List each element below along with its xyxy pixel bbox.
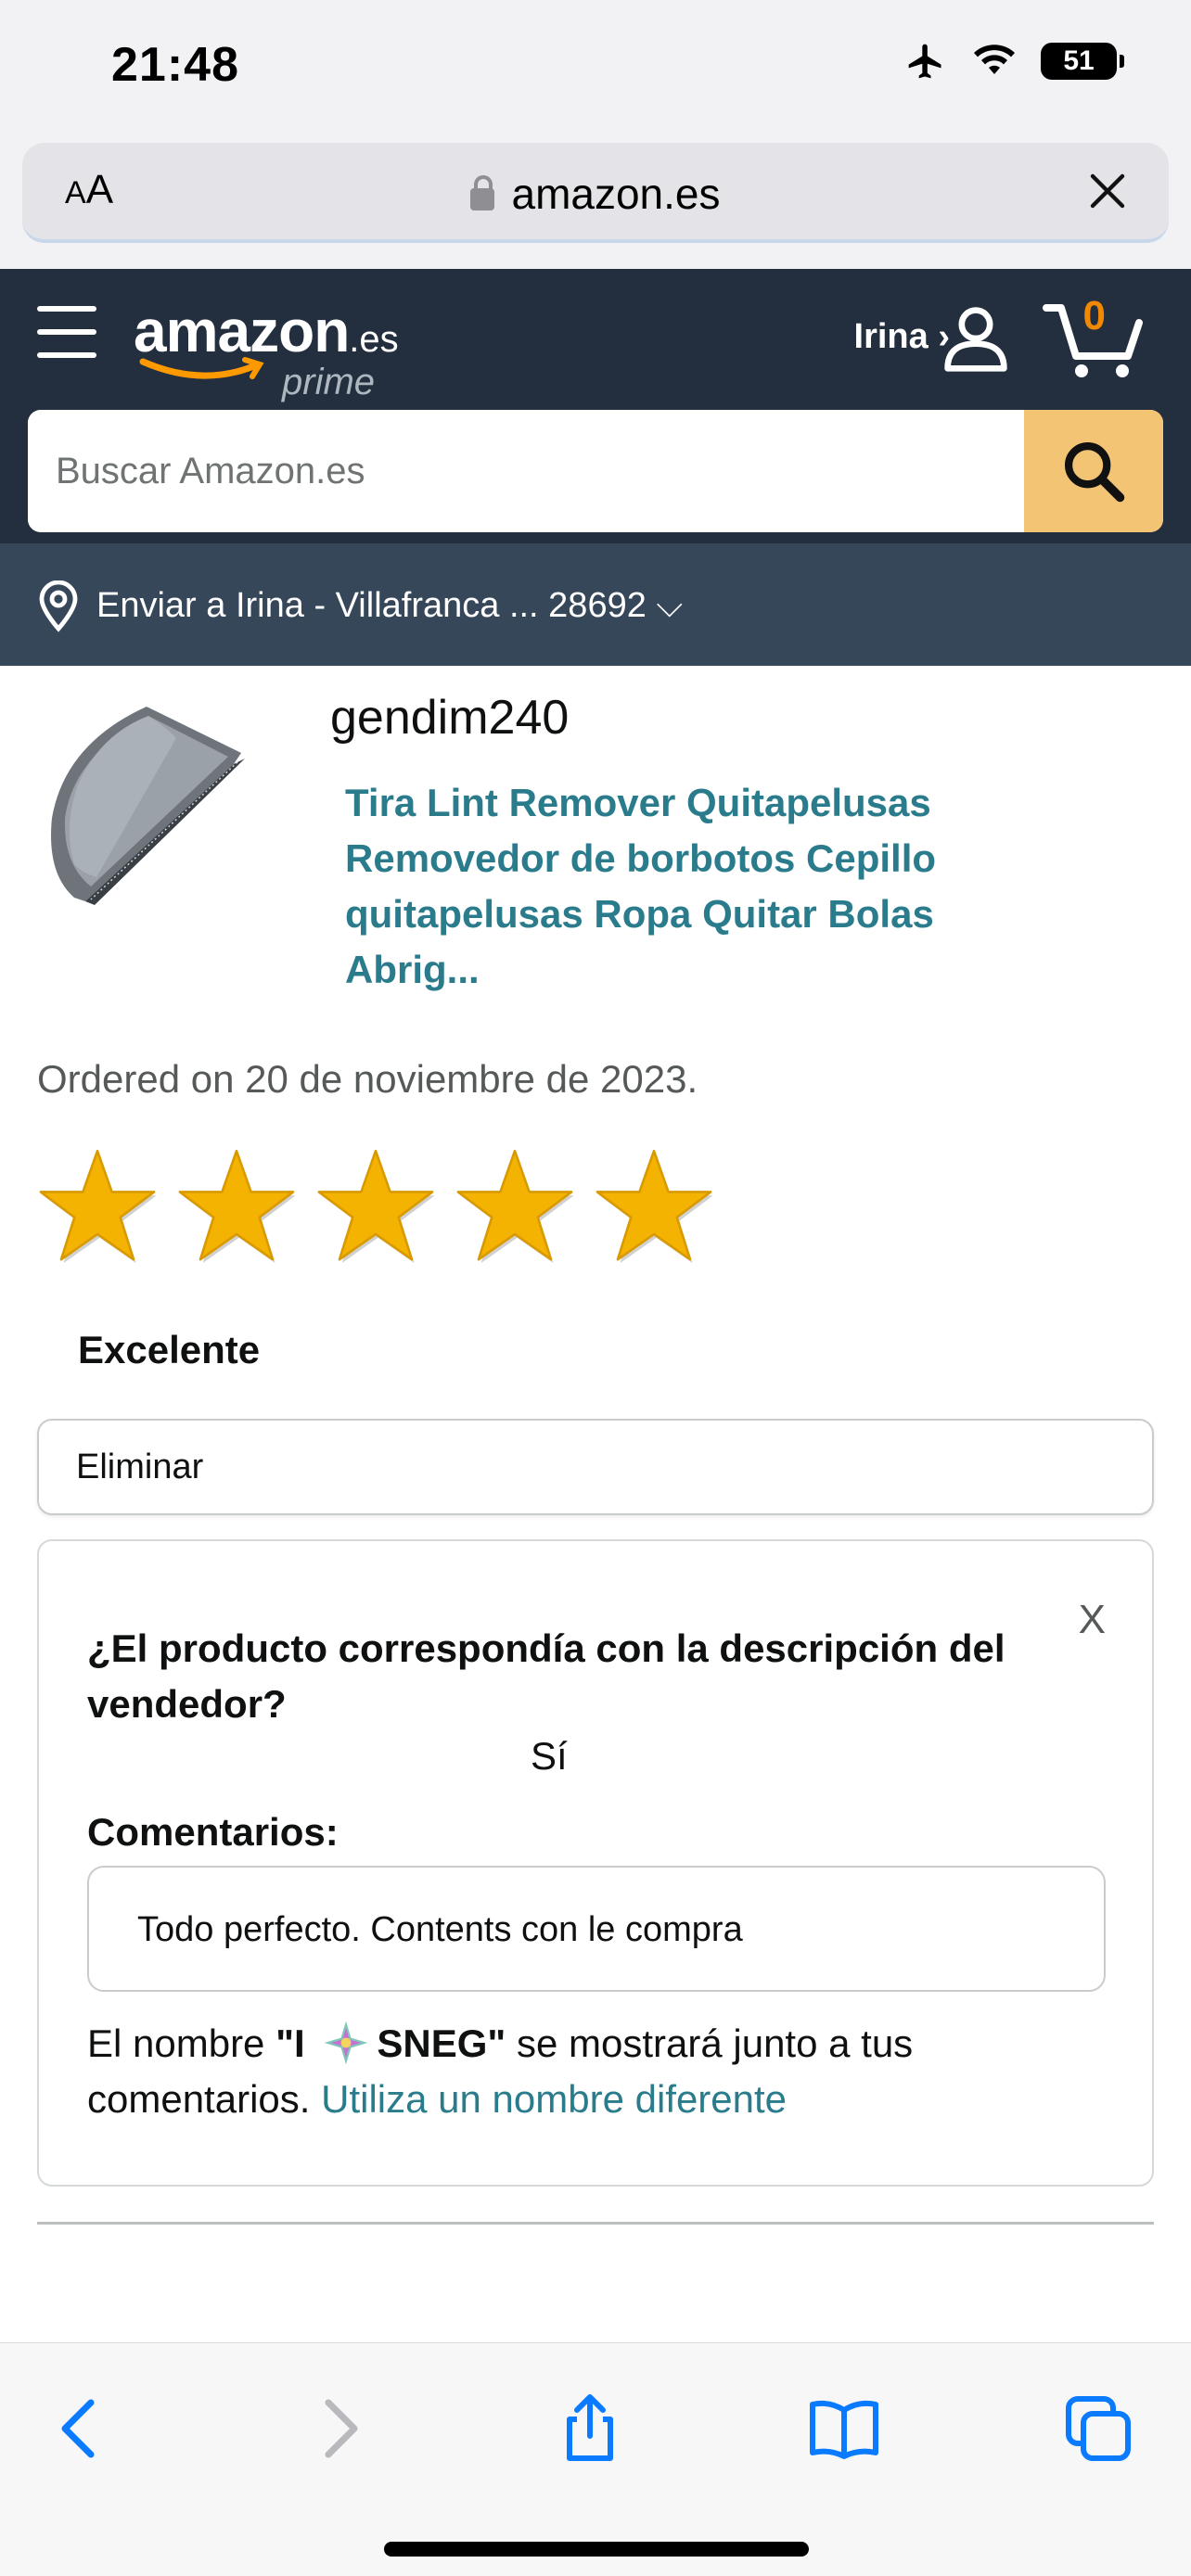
home-indicator xyxy=(384,2542,809,2557)
status-icons: 51 xyxy=(903,41,1124,82)
cart-count-badge: 0 xyxy=(1082,293,1106,338)
change-name-link[interactable]: Utiliza un nombre diferente xyxy=(321,2077,787,2121)
star-icon[interactable] xyxy=(37,1146,158,1267)
amazon-logo[interactable]: amazon.es prime xyxy=(134,297,399,402)
search-icon xyxy=(1064,441,1125,503)
product-title-link[interactable]: Tira Lint Remover Quitapelusas Removedor… xyxy=(345,775,1069,998)
order-date: Ordered on 20 de noviembre de 2023. xyxy=(37,1057,698,1101)
close-icon[interactable] xyxy=(1085,169,1130,213)
wifi-icon xyxy=(974,45,1015,74)
url-field[interactable]: AA amazon.es xyxy=(22,143,1169,243)
feedback-question: ¿El producto correspondía con la descrip… xyxy=(87,1626,1005,1726)
star-rating[interactable] xyxy=(37,1146,714,1267)
amazon-header: amazon.es prime Irina › 0 xyxy=(0,269,1191,543)
url-display[interactable]: amazon.es xyxy=(22,169,1169,219)
feedback-answer: Sí xyxy=(531,1734,568,1778)
star-icon[interactable] xyxy=(594,1146,714,1267)
share-icon[interactable] xyxy=(553,2391,627,2466)
battery-icon: 51 xyxy=(1041,43,1124,80)
menu-icon[interactable] xyxy=(37,306,96,358)
deliver-to-text: Enviar a Irina - Villafranca ... 28692 ⌵ xyxy=(96,586,684,625)
account-link[interactable]: Irina › xyxy=(854,317,950,357)
tabs-icon[interactable] xyxy=(1061,2391,1135,2466)
star-icon[interactable] xyxy=(315,1146,436,1267)
status-time: 21:48 xyxy=(111,38,239,92)
back-icon[interactable] xyxy=(43,2391,117,2466)
amazon-smile-icon xyxy=(139,357,264,379)
bookmarks-icon[interactable] xyxy=(807,2391,881,2466)
search-button[interactable] xyxy=(1024,410,1163,532)
seller-name[interactable]: gendim240 xyxy=(330,690,569,746)
comment-field[interactable]: Todo perfecto. Contents con le compra xyxy=(87,1866,1106,1992)
divider xyxy=(37,2222,1154,2225)
display-name-note: El nombre "I SNEG" se mostrará junto a t… xyxy=(87,2016,1108,2127)
delete-button[interactable]: Eliminar xyxy=(37,1419,1154,1515)
star-icon[interactable] xyxy=(455,1146,575,1267)
feedback-card: X ¿El producto correspondía con la descr… xyxy=(37,1539,1154,2187)
browser-address-bar: AA amazon.es xyxy=(0,139,1191,269)
product-image[interactable] xyxy=(37,688,269,920)
close-card-button[interactable]: X xyxy=(1079,1597,1106,1643)
status-bar: 21:48 51 xyxy=(0,0,1191,139)
search-input[interactable] xyxy=(28,410,1024,532)
comments-label: Comentarios: xyxy=(87,1810,339,1854)
user-icon[interactable] xyxy=(941,302,1011,375)
browser-toolbar xyxy=(0,2342,1191,2576)
airplane-icon xyxy=(908,44,941,79)
star-icon[interactable] xyxy=(176,1146,297,1267)
lock-icon xyxy=(470,175,495,210)
rating-label: Excelente xyxy=(78,1328,261,1371)
sparkle-emoji-icon xyxy=(324,2021,368,2065)
location-pin-icon xyxy=(39,580,78,632)
search-bar xyxy=(28,410,1163,532)
deliver-to-bar[interactable]: Enviar a Irina - Villafranca ... 28692 ⌵ xyxy=(0,543,1191,666)
forward-icon[interactable] xyxy=(302,2391,377,2466)
